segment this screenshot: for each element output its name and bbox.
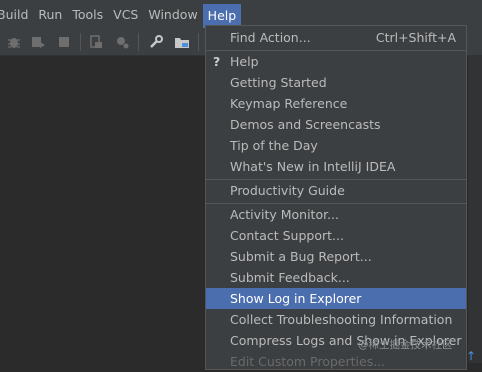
menu-vcs[interactable]: VCS: [108, 0, 143, 29]
watermark: @稀土掘金技术社区: [358, 339, 453, 351]
menu-item-keymap-reference[interactable]: Keymap Reference: [206, 93, 466, 114]
menu-item-label: Productivity Guide: [230, 183, 345, 198]
menu-item-label: Submit a Bug Report...: [230, 249, 372, 264]
menu-item-label: What's New in IntelliJ IDEA: [230, 159, 396, 174]
menu-item-edit-custom-properties[interactable]: Edit Custom Properties...: [206, 351, 466, 372]
toolbar-separator: [198, 33, 199, 51]
wrench-icon[interactable]: [148, 34, 164, 50]
menu-item-activity-monitor[interactable]: Activity Monitor...: [206, 204, 466, 225]
menu-item-label: Find Action...: [230, 30, 311, 45]
build-artifacts-icon[interactable]: [88, 34, 104, 50]
menu-item-help[interactable]: ? Help: [206, 51, 466, 72]
menu-window[interactable]: Window: [143, 0, 202, 29]
menu-item-label: Demos and Screencasts: [230, 117, 381, 132]
menu-build[interactable]: Build: [0, 0, 33, 29]
shortcut-label: Ctrl+Shift+A: [375, 30, 456, 45]
menu-item-collect-troubleshooting[interactable]: Collect Troubleshooting Information: [206, 309, 466, 330]
menu-item-label: Tip of the Day: [230, 138, 318, 153]
right-tool-strip: [468, 56, 482, 363]
coverage-icon[interactable]: [30, 34, 46, 50]
menu-item-productivity-guide[interactable]: Productivity Guide: [206, 180, 466, 201]
menu-item-demos[interactable]: Demos and Screencasts: [206, 114, 466, 135]
menu-item-label: Collect Troubleshooting Information: [230, 312, 453, 327]
stop-icon[interactable]: [56, 34, 72, 50]
menu-item-label: Activity Monitor...: [230, 207, 340, 222]
menu-item-label: Submit Feedback...: [230, 270, 350, 285]
menu-item-label: Edit Custom Properties...: [230, 354, 386, 369]
menu-item-find-action[interactable]: Find Action... Ctrl+Shift+A: [206, 27, 466, 48]
menu-item-show-log[interactable]: Show Log in Explorer: [206, 288, 466, 309]
menu-item-label: Getting Started: [230, 75, 327, 90]
settings-gear-icon[interactable]: [114, 34, 130, 50]
scroll-up-arrow-icon[interactable]: ↑: [466, 349, 476, 363]
project-structure-icon[interactable]: [174, 34, 190, 50]
toolbar-separator: [80, 33, 81, 51]
menu-item-contact-support[interactable]: Contact Support...: [206, 225, 466, 246]
question-mark-icon: ?: [213, 54, 221, 69]
help-menu-dropdown: Find Action... Ctrl+Shift+A ? Help Getti…: [205, 25, 467, 370]
toolbar-separator: [138, 33, 139, 51]
menu-run[interactable]: Run: [33, 0, 67, 29]
menu-item-tip-of-day[interactable]: Tip of the Day: [206, 135, 466, 156]
menu-item-label: Contact Support...: [230, 228, 344, 243]
menu-item-submit-bug[interactable]: Submit a Bug Report...: [206, 246, 466, 267]
menu-help[interactable]: Help: [202, 3, 242, 28]
menu-item-whats-new[interactable]: What's New in IntelliJ IDEA: [206, 156, 466, 177]
menu-item-label: Show Log in Explorer: [230, 291, 362, 306]
bug-icon[interactable]: [6, 34, 22, 50]
menu-item-submit-feedback[interactable]: Submit Feedback...: [206, 267, 466, 288]
menu-item-label: Keymap Reference: [230, 96, 348, 111]
menu-item-getting-started[interactable]: Getting Started: [206, 72, 466, 93]
menu-item-label: Help: [230, 54, 259, 69]
menu-tools[interactable]: Tools: [67, 0, 108, 29]
